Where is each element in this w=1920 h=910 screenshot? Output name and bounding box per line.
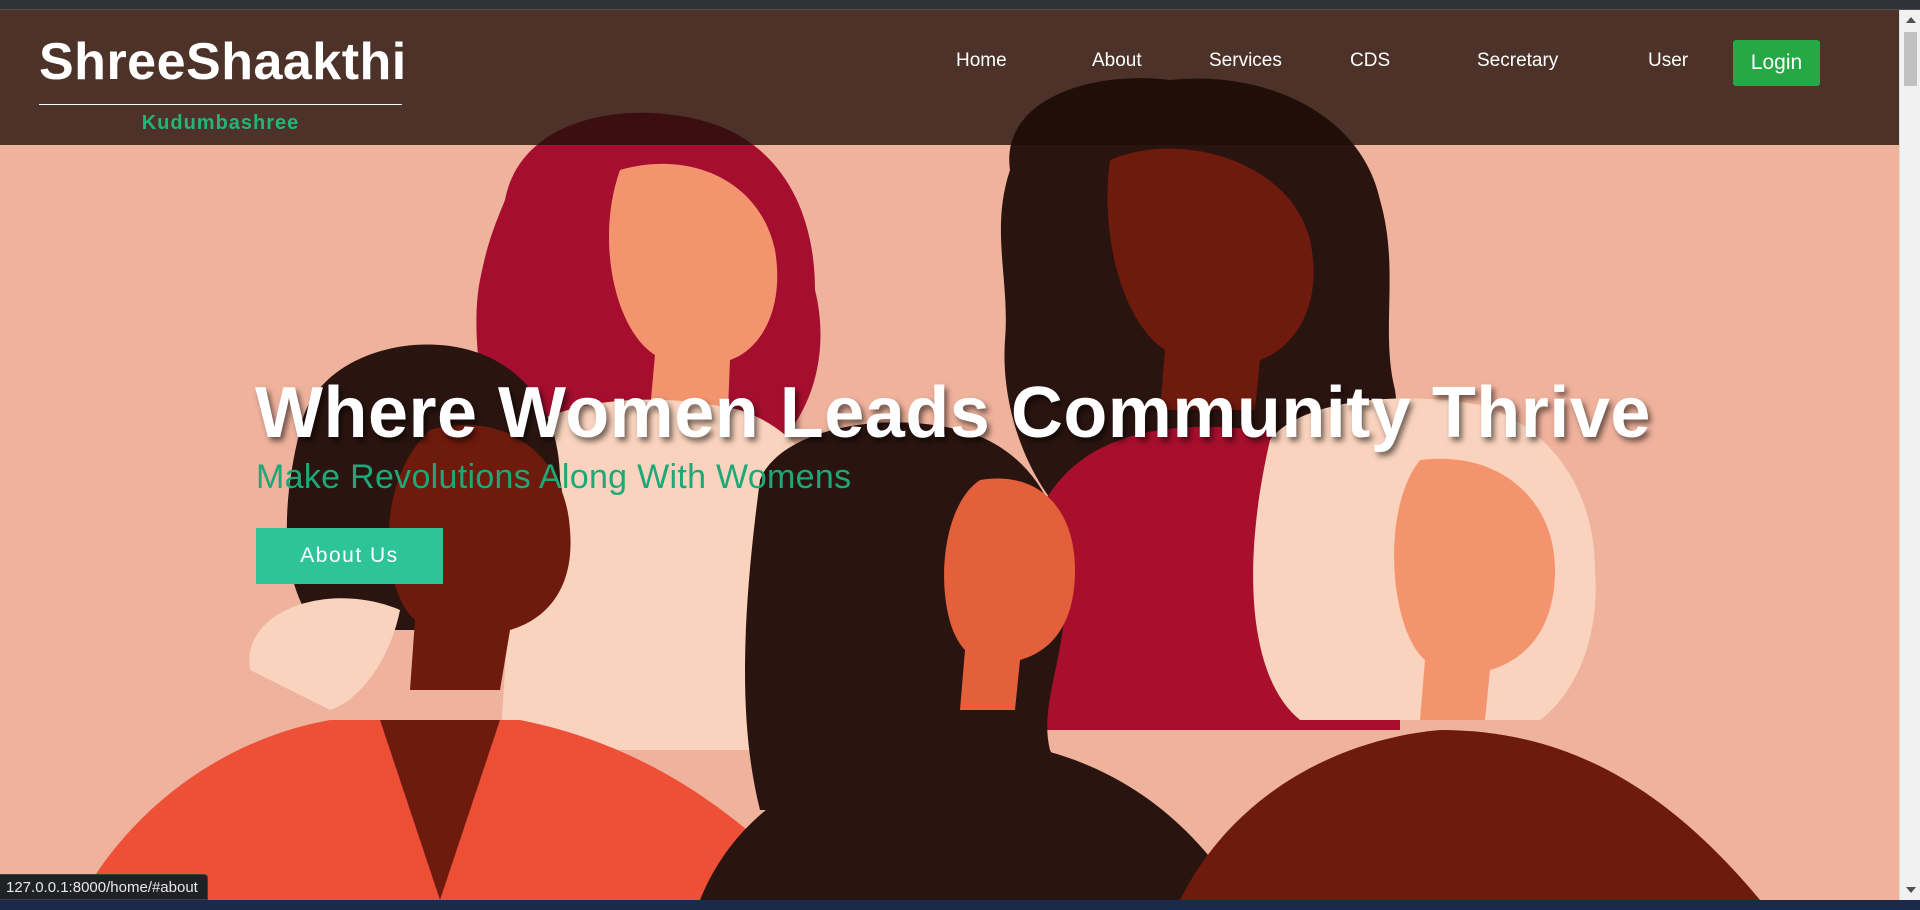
about-us-button[interactable]: About Us	[256, 528, 443, 584]
page-viewport: ShreeShaakthi Kudumbashree Home About Se…	[0, 10, 1899, 900]
nav-services[interactable]: Services	[1209, 49, 1282, 73]
hero-title: Where Women Leads Community Thrive	[255, 373, 1651, 453]
vertical-scrollbar[interactable]	[1899, 10, 1920, 900]
navbar: ShreeShaakthi Kudumbashree Home About Se…	[0, 10, 1899, 145]
scroll-up-arrow-icon[interactable]	[1906, 17, 1916, 23]
taskbar-strip	[0, 900, 1920, 910]
login-button[interactable]: Login	[1733, 40, 1820, 86]
nav-home[interactable]: Home	[956, 49, 1007, 73]
brand-title: ShreeShaakthi	[39, 33, 407, 91]
status-bar-url: 127.0.0.1:8000/home/#about	[0, 874, 208, 900]
hero-subtitle: Make Revolutions Along With Womens	[256, 458, 852, 496]
nav-user[interactable]: User	[1648, 49, 1688, 73]
nav-about[interactable]: About	[1092, 49, 1142, 73]
scroll-down-arrow-icon[interactable]	[1906, 887, 1916, 893]
nav-secretary[interactable]: Secretary	[1477, 49, 1558, 73]
brand-divider	[39, 104, 402, 105]
scroll-thumb[interactable]	[1904, 32, 1917, 86]
browser-top-strip	[0, 0, 1920, 10]
brand-subtitle: Kudumbashree	[141, 112, 300, 134]
nav-cds[interactable]: CDS	[1350, 49, 1390, 73]
brand-logo[interactable]: ShreeShaakthi Kudumbashree	[39, 32, 407, 135]
